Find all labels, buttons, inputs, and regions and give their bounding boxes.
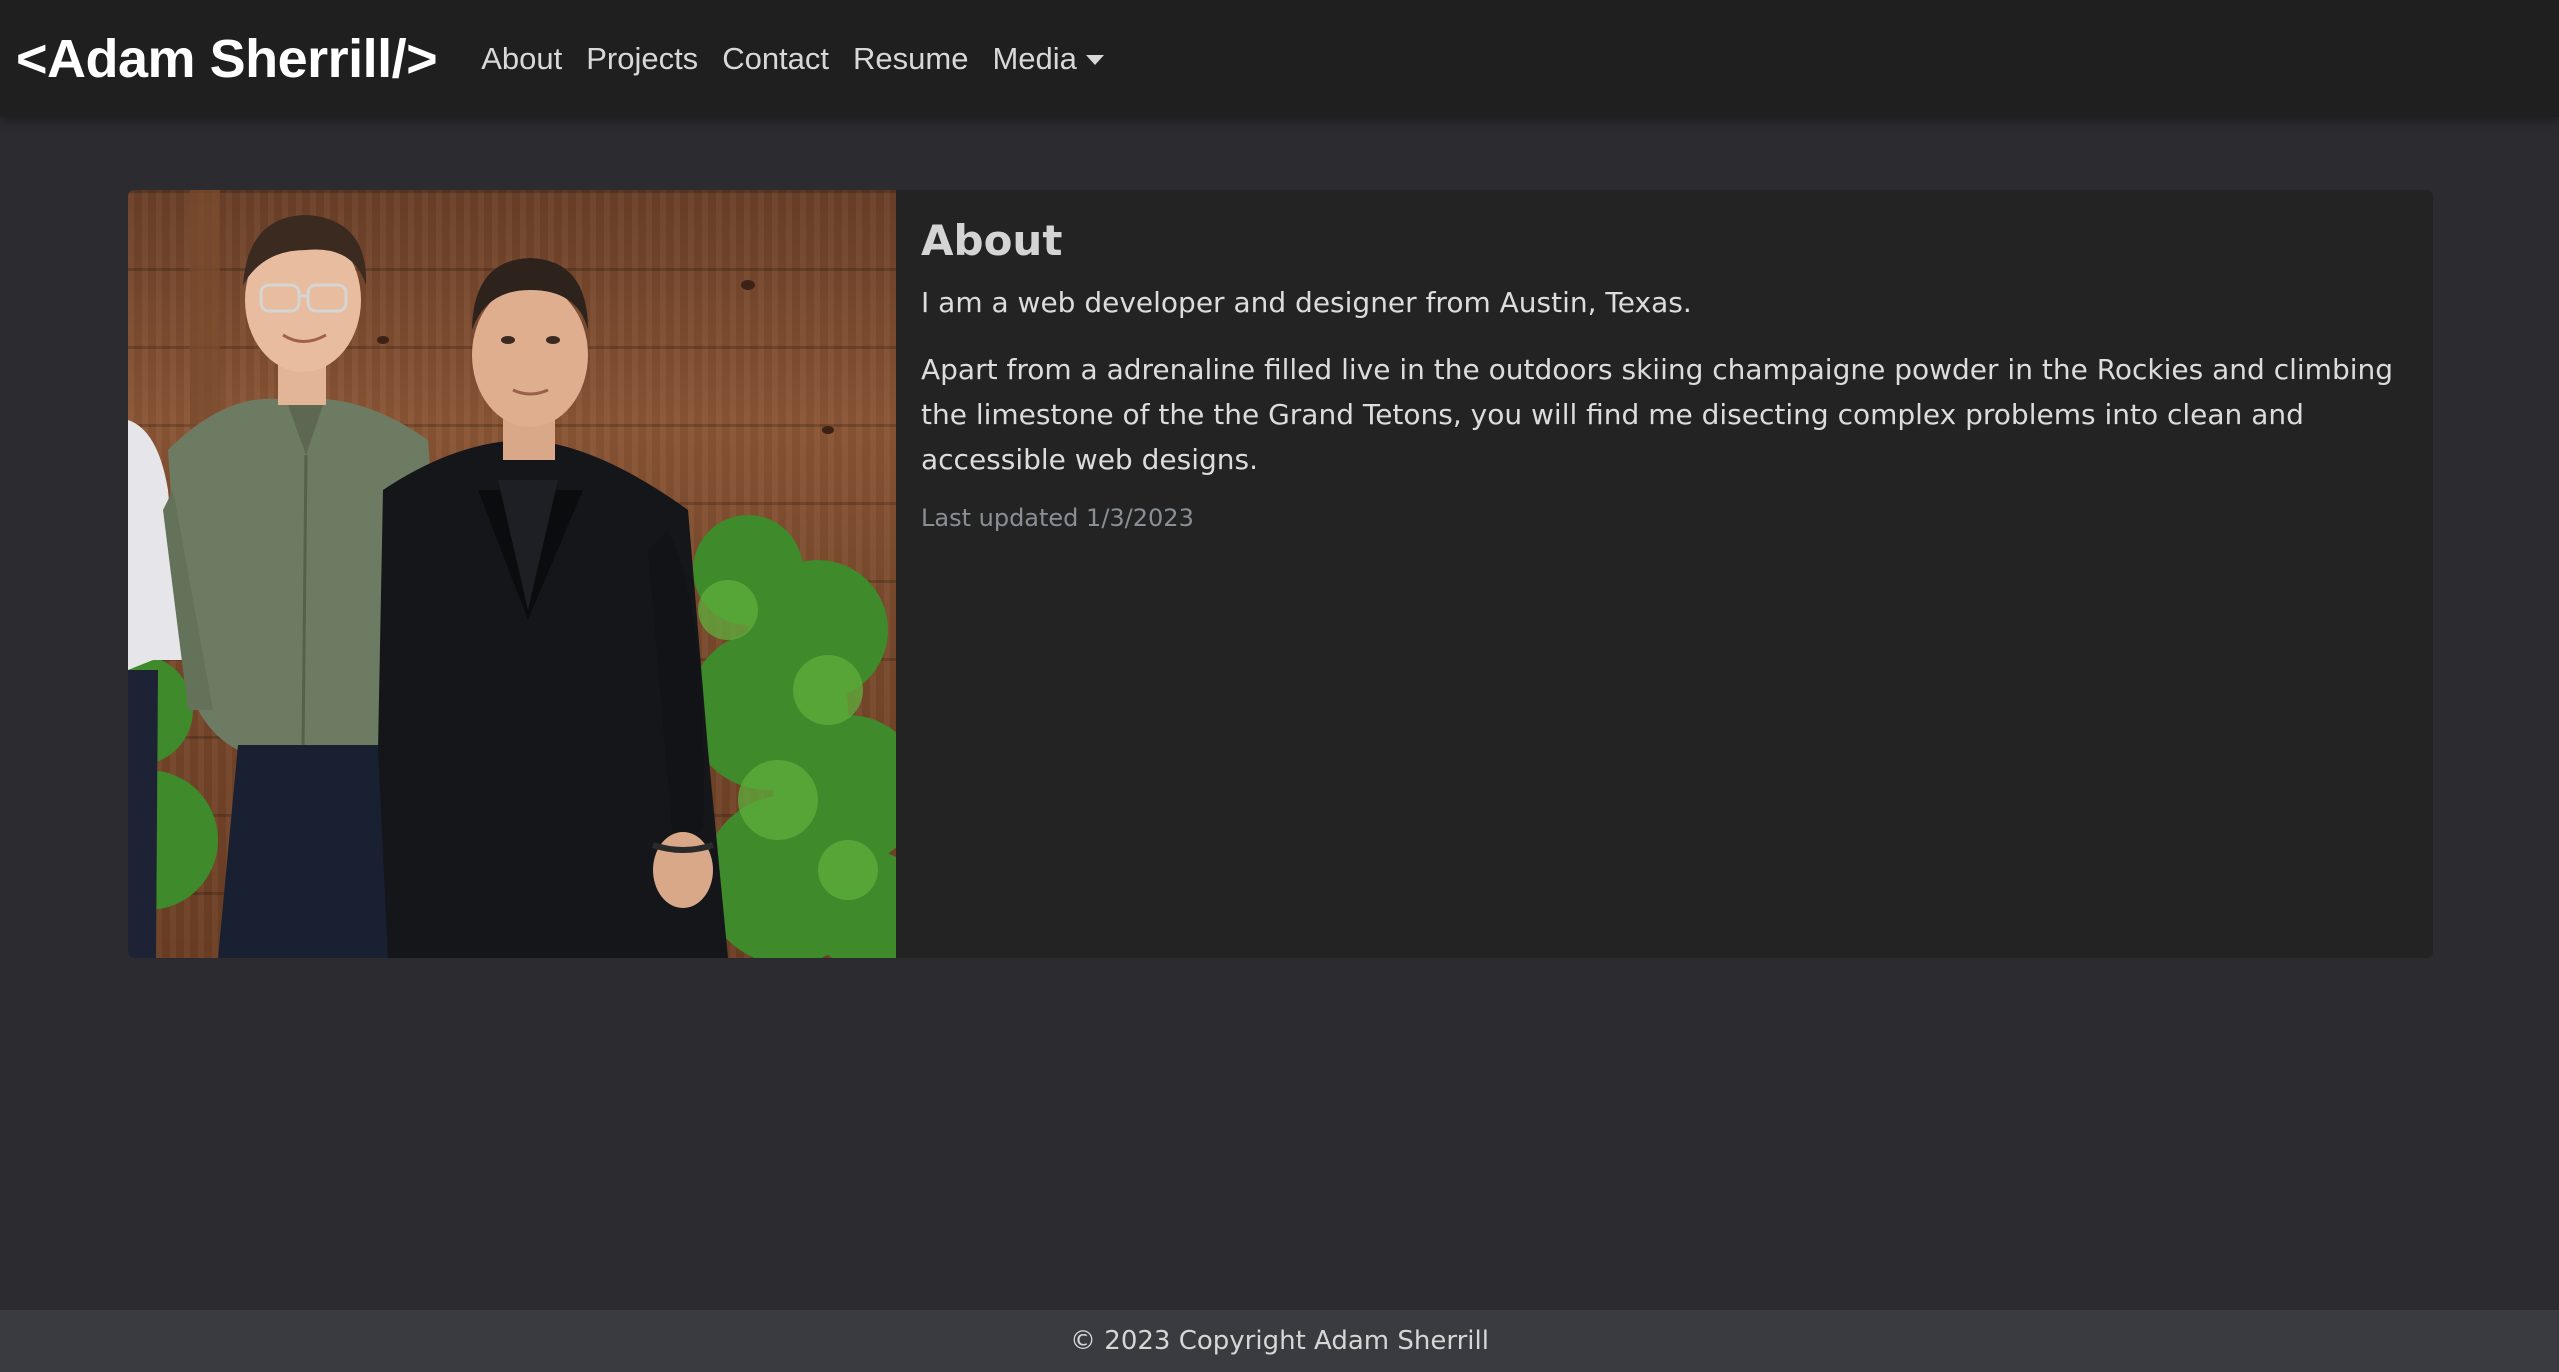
nav-links: About Projects Contact Resume Media <box>469 0 1116 117</box>
nav-link-projects[interactable]: Projects <box>574 41 710 77</box>
caret-down-icon <box>1085 54 1104 65</box>
page-footer: © 2023 Copyright Adam Sherrill <box>0 1310 2559 1372</box>
about-card-body: About I am a web developer and designer … <box>896 190 2433 958</box>
nav-dropdown-media[interactable]: Media <box>980 41 1115 77</box>
nav-link-contact[interactable]: Contact <box>710 41 841 77</box>
about-intro: I am a web developer and designer from A… <box>921 286 1692 320</box>
footer-copyright: © 2023 Copyright Adam Sherrill <box>1070 1326 1489 1356</box>
nav-link-resume[interactable]: Resume <box>841 41 980 77</box>
about-card: About I am a web developer and designer … <box>128 190 2433 958</box>
top-navbar: <Adam Sherrill/> About Projects Contact … <box>0 0 2559 117</box>
about-body: Apart from a adrenaline filled live in t… <box>921 353 2394 477</box>
photo-illustration <box>128 190 896 958</box>
about-photo <box>128 190 896 958</box>
about-title: About <box>921 216 1063 265</box>
nav-link-about[interactable]: About <box>469 41 574 77</box>
last-updated-text: Last updated 1/3/2023 <box>921 504 1194 533</box>
nav-dropdown-media-label: Media <box>992 40 1077 76</box>
brand-logo-link[interactable]: <Adam Sherrill/> <box>16 28 438 90</box>
